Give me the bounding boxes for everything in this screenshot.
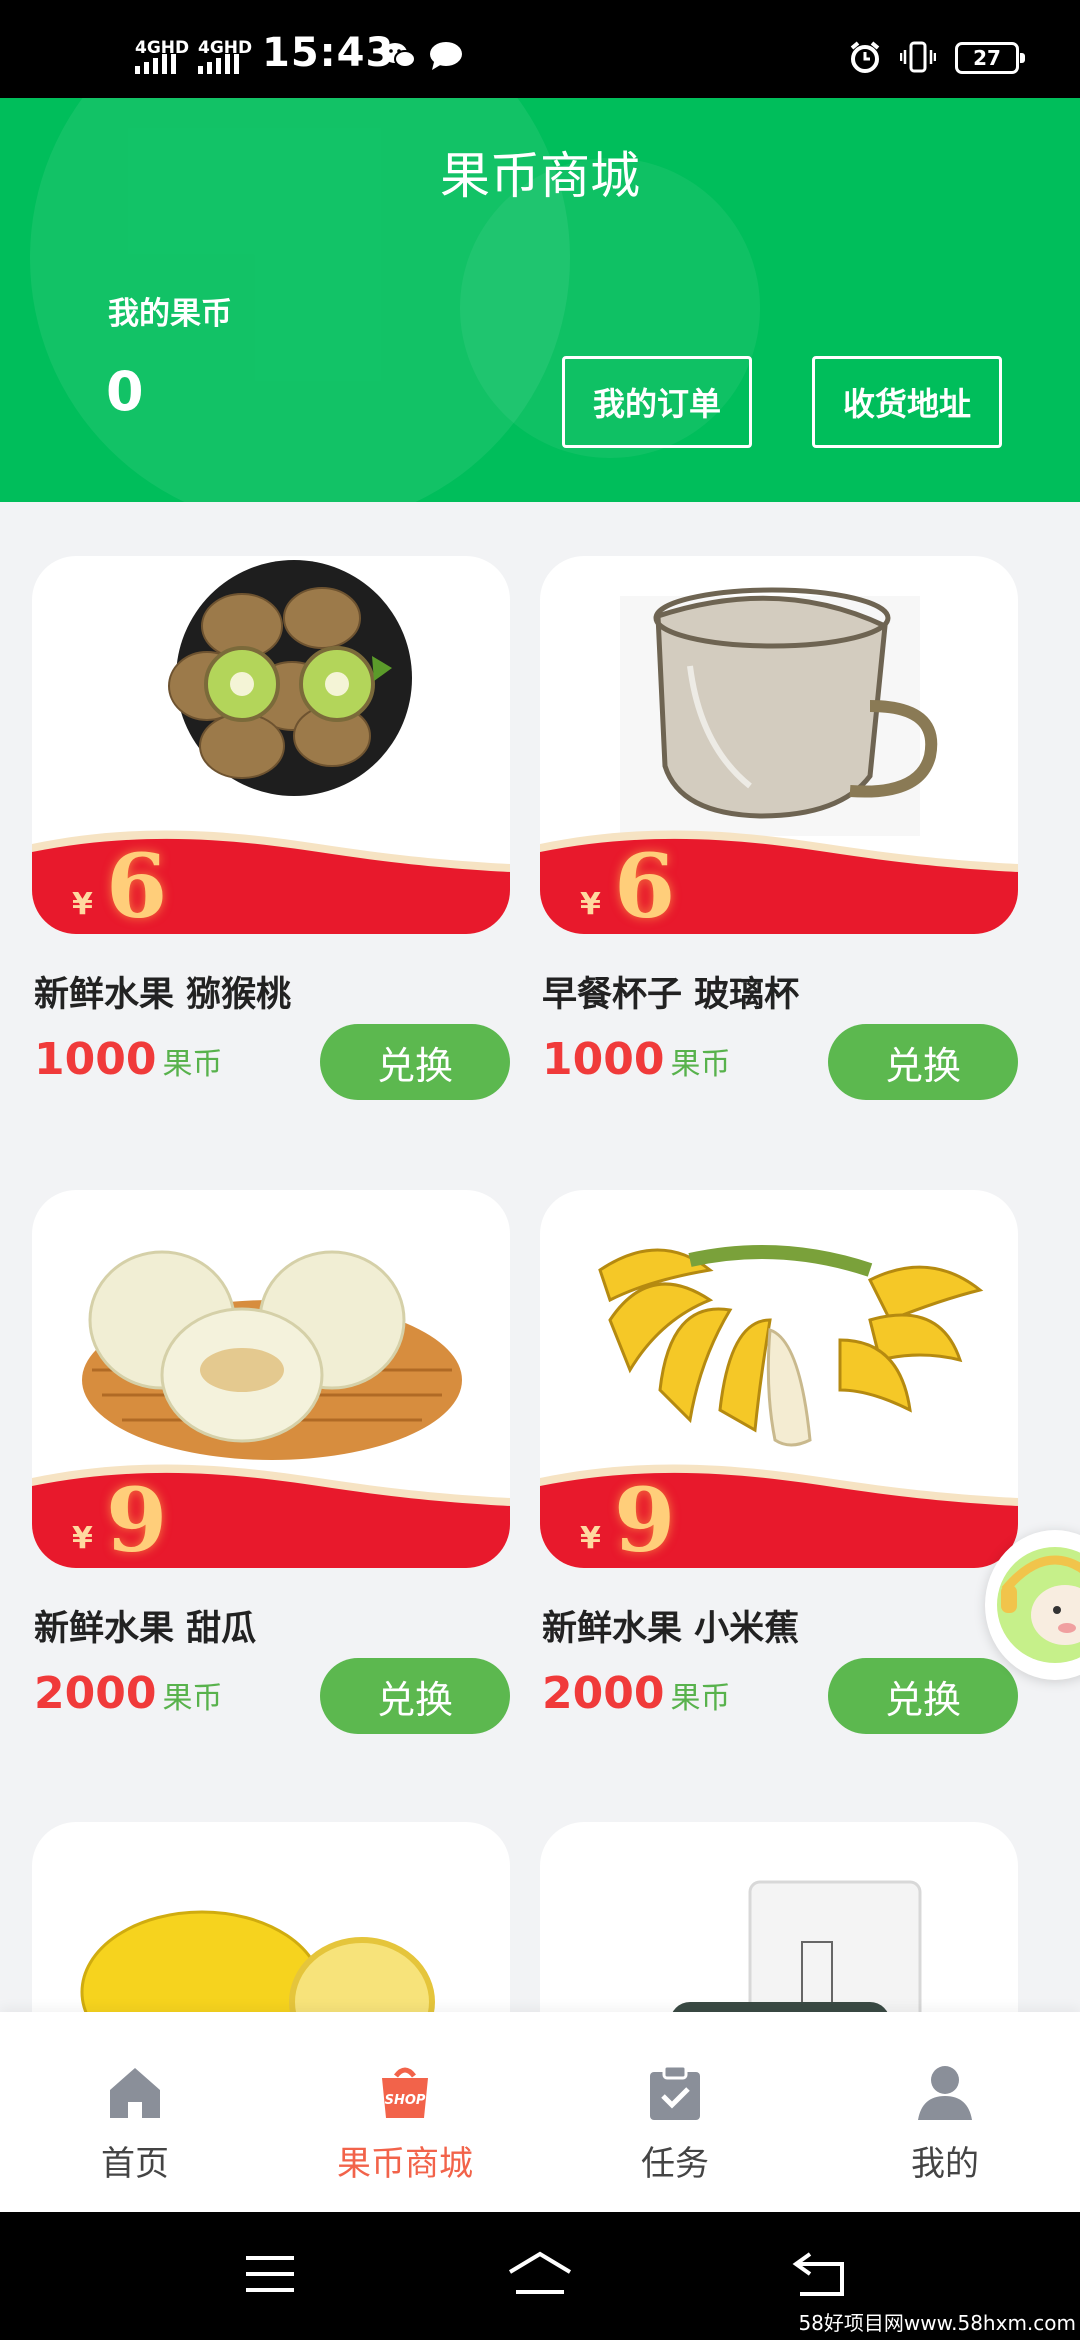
price-value: 9 bbox=[614, 1468, 676, 1568]
coin-cost-value: 1000 bbox=[34, 1034, 157, 1085]
price-yen: ¥ bbox=[580, 887, 601, 922]
price-yen: ¥ bbox=[580, 1521, 601, 1556]
nav-mine-label: 我的 bbox=[911, 2144, 979, 2184]
shipping-address-button[interactable]: 收货地址 bbox=[812, 356, 1002, 448]
coin-cost-unit: 果币 bbox=[162, 1681, 223, 1716]
wechat-icon bbox=[383, 43, 416, 68]
alarm-icon bbox=[850, 41, 880, 73]
product-card[interactable]: ¥ 9 新鲜水果 小米蕉 2000 果币 兑换 bbox=[540, 1190, 1018, 1734]
price-ribbon bbox=[540, 830, 1018, 934]
coins-balance: 0 bbox=[106, 360, 144, 423]
price-value: 9 bbox=[106, 1468, 168, 1568]
price-value: 6 bbox=[106, 834, 168, 934]
coin-cost: 1000 果币 bbox=[34, 1034, 222, 1085]
menu-icon[interactable] bbox=[242, 2244, 298, 2304]
coin-cost: 2000 果币 bbox=[34, 1668, 222, 1719]
product-image-area[interactable]: ¥ 6 bbox=[32, 556, 510, 934]
nav-tasks-label: 任务 bbox=[641, 2144, 709, 2184]
nav-home-label: 首页 bbox=[101, 2144, 169, 2184]
nav-shop-label: 果币商城 bbox=[337, 2144, 473, 2184]
redeem-button[interactable]: 兑换 bbox=[828, 1658, 1018, 1734]
price-ribbon bbox=[540, 1464, 1018, 1568]
redeem-button[interactable]: 兑换 bbox=[320, 1658, 510, 1734]
product-image-area[interactable]: ¥ 9 bbox=[540, 1190, 1018, 1568]
back-icon[interactable] bbox=[790, 2244, 850, 2304]
coin-cost-value: 2000 bbox=[34, 1668, 157, 1719]
product-card[interactable]: ¥ 9 新鲜水果 甜瓜 2000 果币 兑换 bbox=[32, 1190, 510, 1734]
page-title: 果币商城 bbox=[440, 147, 640, 205]
coin-cost-unit: 果币 bbox=[670, 1047, 731, 1082]
price-ribbon bbox=[32, 1464, 510, 1568]
signal-icon-1 bbox=[135, 52, 176, 74]
clipboard-check-icon bbox=[650, 2064, 700, 2120]
coin-header: 果币商城 我的果币 0 我的订单 收货地址 bbox=[0, 98, 1080, 502]
redeem-button[interactable]: 兑换 bbox=[320, 1024, 510, 1100]
shop-bag-icon: SHOP bbox=[382, 2067, 428, 2118]
price-yen: ¥ bbox=[72, 887, 93, 922]
nav-tasks[interactable]: 任务 bbox=[540, 2012, 810, 2212]
product-title: 新鲜水果 小米蕉 bbox=[542, 1609, 800, 1649]
product-title: 新鲜水果 猕猴桃 bbox=[34, 975, 292, 1015]
product-title: 早餐杯子 玻璃杯 bbox=[542, 975, 800, 1015]
user-icon bbox=[918, 2066, 972, 2120]
status-bar: 4GHD 4GHD 15:43 27 bbox=[0, 0, 1080, 98]
home-gesture-icon[interactable] bbox=[504, 2244, 576, 2304]
coin-cost-value: 2000 bbox=[542, 1668, 665, 1719]
coin-cost-unit: 果币 bbox=[670, 1681, 731, 1716]
bottom-nav: 首页 SHOP 果币商城 任务 我的 bbox=[0, 2012, 1080, 2212]
my-orders-button[interactable]: 我的订单 bbox=[562, 356, 752, 448]
product-card[interactable]: ¥ 6 新鲜水果 猕猴桃 1000 果币 兑换 bbox=[32, 556, 510, 1100]
product-card[interactable]: ¥ 6 早餐杯子 玻璃杯 1000 果币 兑换 bbox=[540, 556, 1018, 1100]
nav-shop[interactable]: SHOP 果币商城 bbox=[270, 2012, 540, 2212]
status-time: 15:43 bbox=[262, 30, 395, 76]
product-title: 新鲜水果 甜瓜 bbox=[34, 1609, 257, 1649]
price-value: 6 bbox=[614, 834, 676, 934]
price-ribbon bbox=[32, 830, 510, 934]
coin-cost-unit: 果币 bbox=[162, 1047, 223, 1082]
product-image-area[interactable]: ¥ 9 bbox=[32, 1190, 510, 1568]
home-icon bbox=[110, 2068, 160, 2118]
product-image-area[interactable]: ¥ 6 bbox=[540, 556, 1018, 934]
coin-cost-value: 1000 bbox=[542, 1034, 665, 1085]
watermark: 58好项目网www.58hxm.com bbox=[798, 2311, 1076, 2335]
message-icon bbox=[430, 42, 462, 70]
nav-home[interactable]: 首页 bbox=[0, 2012, 270, 2212]
signal-icon-2 bbox=[198, 52, 239, 74]
redeem-button[interactable]: 兑换 bbox=[828, 1024, 1018, 1100]
coins-label: 我的果币 bbox=[108, 296, 232, 332]
vibrate-icon bbox=[900, 41, 936, 73]
coin-cost: 2000 果币 bbox=[542, 1668, 730, 1719]
nav-mine[interactable]: 我的 bbox=[810, 2012, 1080, 2212]
svg-text:SHOP: SHOP bbox=[385, 2093, 426, 2108]
system-nav-bar: 58好项目网www.58hxm.com bbox=[0, 2212, 1080, 2340]
price-yen: ¥ bbox=[72, 1521, 93, 1556]
coin-cost: 1000 果币 bbox=[542, 1034, 730, 1085]
battery-icon: 27 bbox=[955, 42, 1025, 74]
